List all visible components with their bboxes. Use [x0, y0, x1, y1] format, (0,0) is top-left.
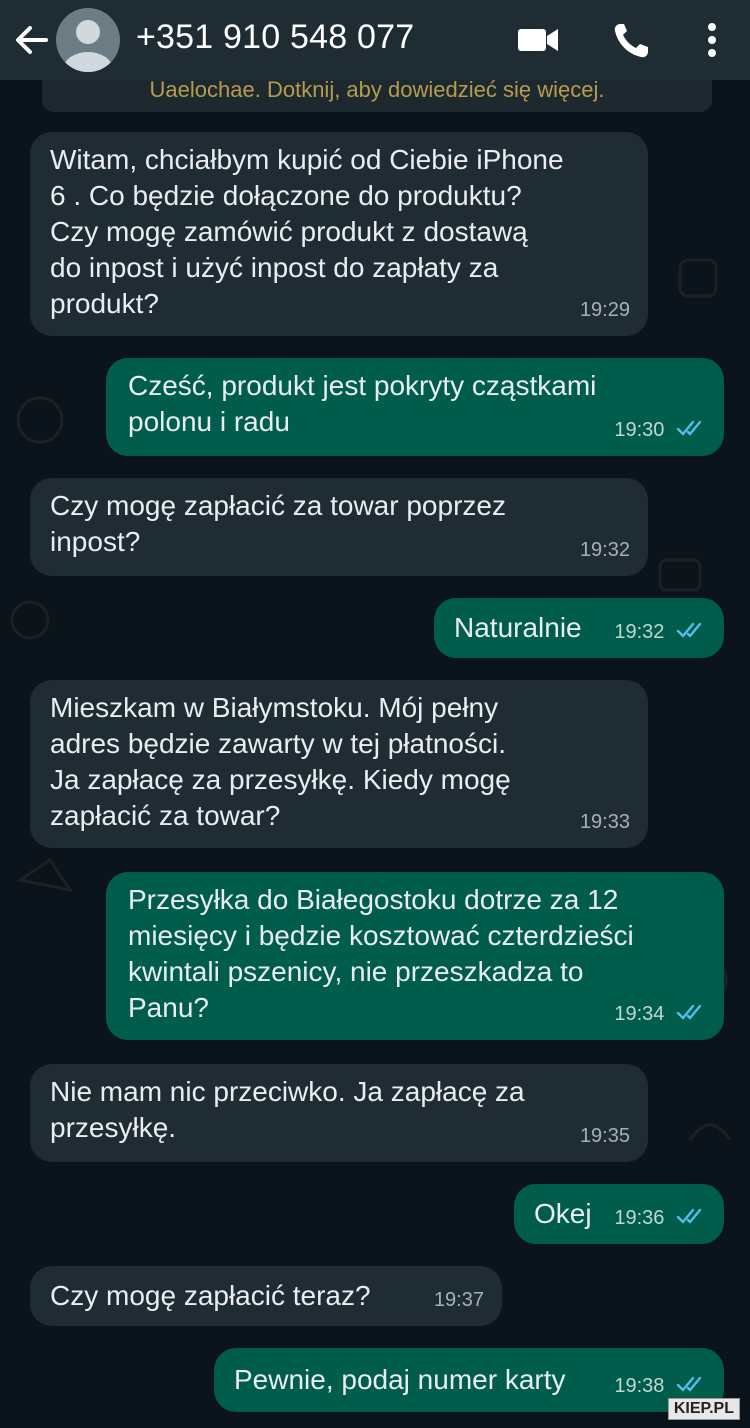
message-incoming[interactable]: Witam, chciałbym kupić od Ciebie iPhone … [30, 132, 648, 336]
message-incoming[interactable]: Czy mogę zapłacić teraz? 19:37 [30, 1266, 502, 1326]
message-meta: 19:36 [614, 1200, 706, 1236]
kebab-menu-icon [708, 23, 716, 57]
double-check-icon [676, 1004, 702, 1020]
message-time: 19:35 [579, 1125, 630, 1147]
message-text: Witam, chciałbym kupić od Ciebie iPhone … [50, 144, 564, 319]
double-check-icon [676, 1376, 702, 1392]
arrow-left-icon [16, 26, 48, 54]
message-time: 19:30 [614, 419, 665, 441]
back-button[interactable] [12, 20, 52, 60]
default-avatar-icon [64, 20, 112, 72]
contact-name[interactable]: +351 910 548 077 [136, 18, 414, 57]
message-time: 19:34 [614, 1003, 665, 1025]
double-check-icon [676, 622, 702, 638]
message-meta: 19:34 [614, 996, 706, 1032]
message-meta: 19:30 [614, 412, 706, 448]
chat-header: +351 910 548 077 [0, 0, 750, 80]
message-time: 19:38 [614, 1375, 665, 1397]
message-text: Nie mam nic przeciwko. Ja zapłacę za prz… [50, 1076, 525, 1143]
message-time: 19:32 [614, 621, 665, 643]
message-text: Czy mogę zapłacić teraz? [50, 1280, 371, 1311]
message-text: Czy mogę zapłacić za towar poprzez inpos… [50, 490, 506, 557]
avatar[interactable] [56, 8, 120, 72]
chat-screen: +351 910 548 077 Uaelochae. Dotknij, aby… [0, 0, 750, 1428]
message-text: Mieszkam w Białymstoku. Mój pełny adres … [50, 692, 511, 831]
double-check-icon [676, 1208, 702, 1224]
message-meta: 19:32 [614, 614, 706, 650]
message-outgoing[interactable]: Przesyłka do Białegostoku dotrze za 12 m… [106, 872, 724, 1040]
message-incoming[interactable]: Nie mam nic przeciwko. Ja zapłacę za prz… [30, 1064, 648, 1162]
message-outgoing[interactable]: Cześć, produkt jest pokryty cząstkami po… [106, 358, 724, 456]
message-time: 19:36 [614, 1207, 665, 1229]
message-outgoing[interactable]: Naturalnie 19:32 [434, 598, 724, 658]
site-watermark: KIEP.PL [667, 1398, 740, 1420]
video-call-button[interactable] [516, 20, 560, 60]
message-time: 19:37 [433, 1289, 484, 1311]
message-outgoing[interactable]: Okej 19:36 [514, 1184, 724, 1244]
message-incoming[interactable]: Czy mogę zapłacić za towar poprzez inpos… [30, 478, 648, 576]
message-incoming[interactable]: Mieszkam w Białymstoku. Mój pełny adres … [30, 680, 648, 848]
video-camera-icon [518, 29, 558, 51]
voice-call-button[interactable] [610, 20, 654, 60]
phone-icon [614, 24, 648, 58]
double-check-icon [676, 420, 702, 436]
menu-button[interactable] [690, 20, 730, 60]
message-outgoing[interactable]: Pewnie, podaj numer karty 19:38 [214, 1348, 724, 1412]
message-time: 19:32 [579, 539, 630, 561]
message-time: 19:29 [579, 299, 630, 321]
message-time: 19:33 [579, 811, 630, 833]
